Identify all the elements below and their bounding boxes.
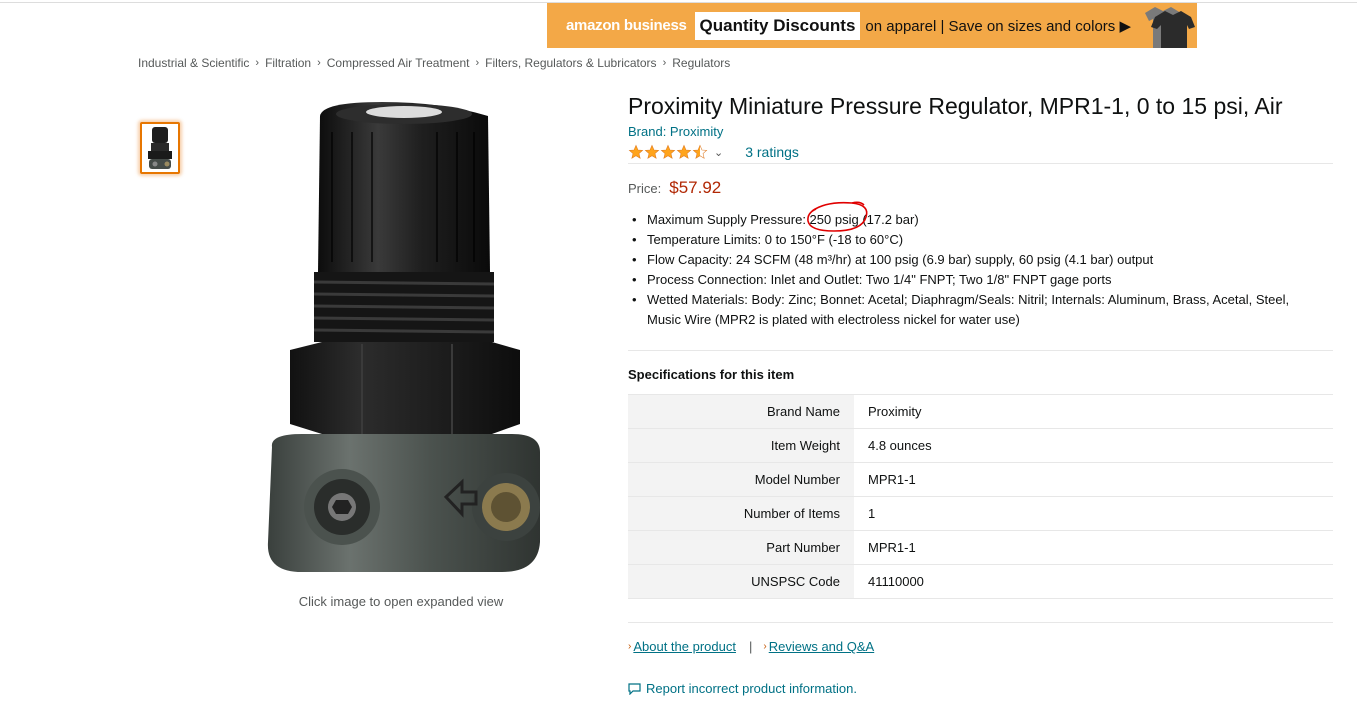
breadcrumb-separator: › xyxy=(255,57,260,69)
report-info-label: Report incorrect product information. xyxy=(646,681,857,696)
banner-tagline: on apparel | Save on sizes and colors ▶ xyxy=(865,17,1131,35)
report-info-link[interactable]: Report incorrect product information. xyxy=(628,681,857,696)
table-row: UNSPSC Code 41110000 xyxy=(628,564,1333,599)
rating-row: ⌄ 3 ratings xyxy=(628,143,799,161)
section-links: › About the product | › Reviews and Q&A xyxy=(628,639,874,654)
feature-bullet: Process Connection: Inlet and Outlet: Tw… xyxy=(628,270,1318,290)
amazon-business-logo: amazon business xyxy=(566,17,687,34)
image-caption: Click image to open expanded view xyxy=(298,594,504,609)
chevron-down-icon[interactable]: ⌄ xyxy=(714,146,723,159)
product-title: Proximity Miniature Pressure Regulator, … xyxy=(628,93,1283,119)
spec-value: 41110000 xyxy=(868,574,924,589)
reviews-qa-link[interactable]: Reviews and Q&A xyxy=(769,639,875,654)
breadcrumb-separator: › xyxy=(317,57,321,69)
spec-value: MPR1-1 xyxy=(868,540,916,555)
breadcrumb-separator: › xyxy=(475,57,480,69)
price-value: $57.92 xyxy=(669,178,722,197)
feature-bullets: Maximum Supply Pressure: 250 psig (17.2 … xyxy=(628,210,1318,330)
spec-value: MPR1-1 xyxy=(868,472,916,487)
tshirts-image xyxy=(1137,3,1197,48)
star-full-icon xyxy=(660,144,676,159)
table-row: Model Number MPR1-1 xyxy=(628,462,1333,497)
link-separator: | xyxy=(748,639,753,654)
specifications-table: Brand Name Proximity Item Weight 4.8 oun… xyxy=(628,394,1333,599)
star-full-icon xyxy=(676,144,692,159)
divider xyxy=(628,163,1333,164)
table-row: Item Weight 4.8 ounces xyxy=(628,428,1333,463)
breadcrumb-item[interactable]: Regulators xyxy=(672,56,730,70)
breadcrumb-item[interactable]: Compressed Air Treatment xyxy=(327,56,470,70)
feature-bullet: Wetted Materials: Body: Zinc; Bonnet: Ac… xyxy=(628,290,1318,330)
breadcrumb: Industrial & Scientific › Filtration › C… xyxy=(138,56,730,70)
star-rating[interactable]: ⌄ xyxy=(628,144,723,160)
price-label: Price: xyxy=(628,181,662,196)
divider xyxy=(628,622,1333,623)
feature-bullet: Maximum Supply Pressure: 250 psig (17.2 … xyxy=(628,210,1318,230)
feature-bullet: Flow Capacity: 24 SCFM (48 m³/hr) at 100… xyxy=(628,250,1318,270)
price-row: Price: $57.92 xyxy=(628,178,721,198)
chevron-right-icon: › xyxy=(763,641,767,652)
table-row: Number of Items 1 xyxy=(628,496,1333,531)
star-full-icon xyxy=(644,144,660,159)
specifications-heading: Specifications for this item xyxy=(628,367,795,382)
table-row: Brand Name Proximity xyxy=(628,394,1333,429)
spec-key: Item Weight xyxy=(628,428,854,463)
thumbnail-image xyxy=(148,127,172,169)
spec-key: Brand Name xyxy=(628,394,854,429)
feature-bullet: Temperature Limits: 0 to 150°F (-18 to 6… xyxy=(628,230,1318,250)
brand-link[interactable]: Brand: Proximity xyxy=(628,124,723,139)
ratings-count-link[interactable]: 3 ratings xyxy=(745,144,799,160)
banner-highlight: Quantity Discounts xyxy=(694,11,861,40)
spec-value: Proximity xyxy=(868,404,922,419)
product-thumbnail[interactable] xyxy=(140,122,180,174)
spec-key: Model Number xyxy=(628,462,854,497)
spec-value: 4.8 ounces xyxy=(868,438,932,453)
about-product-link[interactable]: About the product xyxy=(633,639,736,654)
breadcrumb-item[interactable]: Filters, Regulators & Lubricators xyxy=(485,56,656,70)
spec-key: Number of Items xyxy=(628,496,854,531)
spec-value: 1 xyxy=(868,506,876,521)
spec-key: UNSPSC Code xyxy=(628,564,854,599)
breadcrumb-item[interactable]: Industrial & Scientific xyxy=(138,56,249,70)
star-full-icon xyxy=(628,144,644,159)
table-row: Part Number MPR1-1 xyxy=(628,530,1333,565)
breadcrumb-item[interactable]: Filtration xyxy=(265,56,311,70)
divider xyxy=(628,350,1333,351)
spec-key: Part Number xyxy=(628,530,854,565)
breadcrumb-separator: › xyxy=(662,57,667,69)
star-half-icon xyxy=(692,144,708,159)
amazon-business-banner[interactable]: amazon business Quantity Discounts on ap… xyxy=(547,3,1197,48)
comment-icon xyxy=(628,682,641,695)
product-main-image[interactable] xyxy=(262,102,546,576)
chevron-right-icon: › xyxy=(628,641,632,652)
